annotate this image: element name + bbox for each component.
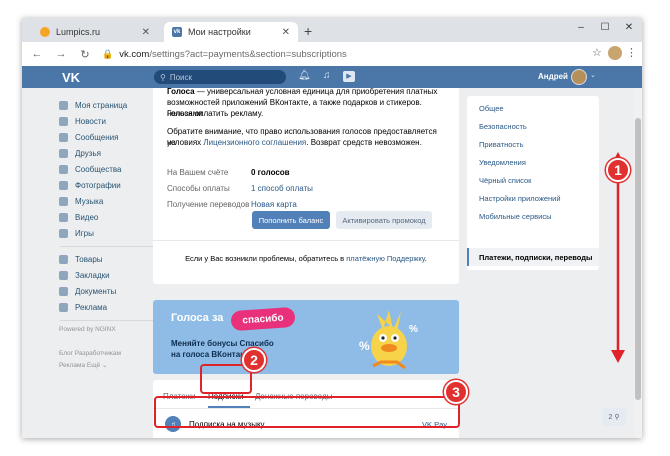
annotation-1: 1 [606,158,630,182]
annotation-3: 3 [444,380,468,404]
annotation-box-subscriptions-tab [200,364,252,394]
annotation-2: 2 [242,348,266,372]
annotation-box-subscription [154,396,460,428]
scroll-arrow-annotation [611,152,625,363]
